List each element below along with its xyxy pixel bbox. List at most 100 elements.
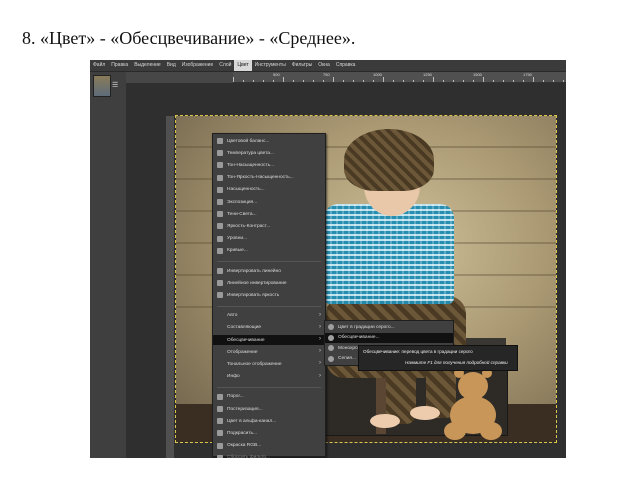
color-menu-item[interactable]: Температура цвета... [213, 148, 325, 158]
menubar-item[interactable]: Окна [315, 60, 333, 71]
color-menu-item-label: Порог... [227, 394, 244, 400]
color-menu-item[interactable]: Сбросить фильтр... [213, 453, 325, 458]
saturation-icon [217, 186, 223, 193]
color-menu-item-label: Обесцвечивание [227, 337, 265, 343]
color-menu-item[interactable]: Постеризация... [213, 404, 325, 414]
color-menu-item[interactable]: Кривые... [213, 246, 325, 256]
color-menu-item[interactable]: Инфо › [213, 372, 325, 382]
teddy-bear [444, 368, 504, 442]
vertical-ruler [166, 116, 174, 458]
menubar-item[interactable]: Фильтры [289, 60, 315, 71]
color-menu-item[interactable]: Насыщенность... [213, 185, 325, 195]
desaturate-submenu-item[interactable]: Обесцвечивание... [325, 332, 453, 343]
blank-icon [217, 349, 223, 355]
color-menu-item[interactable]: Уровни... [213, 234, 325, 244]
color-menu-item-label: Тональное отображение [227, 361, 282, 367]
color-menu-item[interactable]: Тональное отображение › [213, 359, 325, 369]
color-menu-item[interactable]: Окраска RGB... [213, 441, 325, 451]
tooltip-help: Нажмите F1 для получения подробной справ… [405, 360, 508, 365]
color-menu-item[interactable]: Линейное инвертирование [213, 278, 325, 288]
invert-linear-icon [217, 268, 223, 274]
menu-separator [217, 305, 321, 307]
color-menu-item-label: Инфо [227, 374, 240, 380]
horizontal-ruler: 500 750 1000 1250 1500 1750 [233, 72, 566, 83]
menubar-item[interactable]: Цвет [234, 60, 252, 71]
color-menu-item[interactable]: Инвертировать яркость [213, 290, 325, 300]
menu-separator [217, 261, 321, 262]
chevron-right-icon: › [319, 348, 321, 355]
blank-icon [217, 325, 223, 331]
hamburger-icon[interactable]: ☰ [112, 81, 118, 89]
hue-saturation-icon [217, 162, 223, 169]
menubar-item[interactable]: Правка [108, 60, 131, 71]
menubar-item[interactable]: Вид [164, 60, 179, 71]
menubar-item[interactable]: Файл [90, 60, 108, 71]
curves-icon [217, 247, 223, 254]
menubar-item[interactable]: Изображение [179, 60, 217, 71]
slide-title: 8. «Цвет» - «Обесцвечивание» - «Среднее»… [22, 28, 356, 48]
color-menu-item[interactable]: Цветовой баланс... [213, 136, 325, 146]
color-menu-item[interactable]: Яркость-Контраст... [213, 221, 325, 231]
ruler-label: 1250 [423, 72, 432, 77]
ruler-label: 750 [323, 72, 330, 77]
color-menu-item-label: Яркость-Контраст... [227, 223, 271, 229]
color-menu-item-label: Тени-Света... [227, 211, 257, 217]
reset-icon [217, 454, 223, 458]
desaturate-submenu-label: Обесцвечивание... [338, 335, 380, 340]
color-menu-item[interactable]: Тон-Насыщенность... [213, 160, 325, 170]
chevron-right-icon: › [319, 311, 321, 318]
color-menu-item-label: Кривые... [227, 248, 248, 254]
levels-icon [217, 235, 223, 242]
menu-separator [217, 386, 321, 388]
color-menu-item[interactable]: Тени-Света... [213, 209, 325, 219]
color-menu-item[interactable]: Инвертировать линейно [213, 266, 325, 276]
hue-chroma-icon [217, 174, 223, 181]
menubar: Файл Правка Выделение Вид Изображение Слой Цве… [90, 60, 566, 72]
blank-icon [217, 337, 223, 343]
color-menu-item[interactable]: Составляющие › [213, 323, 325, 333]
color-menu-item[interactable]: Тон-Яркость-Насыщенность... [213, 173, 325, 183]
filter-icon [328, 355, 334, 362]
temperature-icon [217, 150, 223, 157]
color-to-alpha-icon [217, 418, 223, 425]
filter-icon [328, 324, 334, 330]
ruler-label: 1000 [373, 72, 382, 77]
color-menu-item-label: Постеризация... [227, 406, 263, 412]
menubar-item[interactable]: Инструменты [252, 60, 289, 71]
menubar-item[interactable]: Выделение [131, 60, 164, 71]
gimp-window: Файл Правка Выделение Вид Изображение Слой Цве… [90, 60, 566, 458]
color-menu-item-label: Уровни... [227, 236, 248, 242]
color-menu-item[interactable]: Экспозиция... [213, 197, 325, 207]
ruler-label: 1750 [523, 72, 532, 77]
threshold-icon [217, 393, 223, 400]
color-menu-item[interactable]: Цвет в альфа-канал... [213, 416, 325, 426]
color-menu-item-label: Составляющие [227, 325, 262, 331]
color-menu-item-label: Линейное инвертирование [227, 280, 287, 286]
child-hat [344, 129, 434, 191]
color-menu-item[interactable]: Обесцвечивание › [213, 335, 325, 345]
blank-icon [217, 313, 223, 319]
blank-icon [217, 374, 223, 380]
color-menu-item-label: Сбросить фильтр... [227, 455, 271, 458]
shadows-highlights-icon [217, 211, 223, 218]
color-menu-item[interactable]: Порог... [213, 392, 325, 402]
color-menu-item-label: Цветовой баланс... [227, 138, 270, 144]
color-menu-item-label: Температура цвета... [227, 150, 274, 156]
colorize-icon [217, 430, 223, 437]
color-menu-item-label: Инвертировать линейно [227, 268, 281, 274]
exposure-icon [217, 199, 223, 205]
filter-icon [328, 334, 334, 341]
rgb-icon [217, 442, 223, 449]
color-menu-item[interactable]: Авто › [213, 311, 325, 321]
image-thumbnail[interactable] [93, 75, 111, 97]
color-menu-item-label: Цвет в альфа-канал... [227, 418, 277, 424]
menubar-item[interactable]: Слой [216, 60, 234, 71]
color-menu-item-label: Тон-Яркость-Насыщенность... [227, 175, 294, 181]
chevron-right-icon: › [319, 360, 321, 367]
menubar-item[interactable]: Справка [333, 60, 359, 71]
desaturate-submenu-label: Цвет в градации серого... [338, 324, 395, 330]
color-menu-item[interactable]: Отображение › [213, 347, 325, 357]
color-menu-item[interactable]: Подкрасить... [213, 428, 325, 438]
desaturate-submenu-item[interactable]: Цвет в градации серого... [325, 322, 453, 332]
ruler-label: 500 [273, 72, 280, 77]
